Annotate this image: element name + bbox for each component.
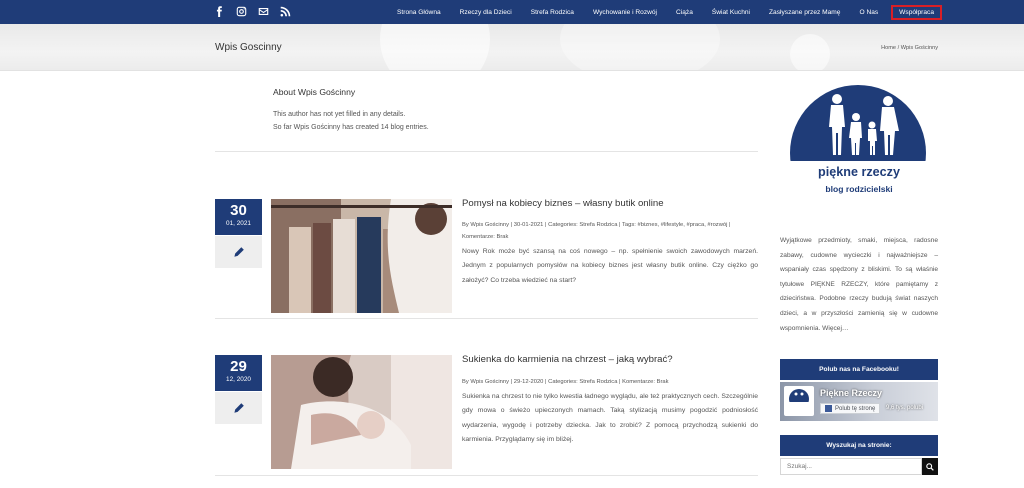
nav-item-rzeczy-dla-dzieci[interactable]: Rzeczy dla Dzieci	[460, 9, 512, 16]
post-excerpt: Sukienka na chrzest to nie tylko kwestia…	[462, 393, 758, 444]
nav-item-wspolpraca[interactable]: Współpraca	[891, 4, 942, 20]
nav-item-swiat-kuchni[interactable]: Świat Kuchni	[712, 9, 750, 16]
post-format-badge[interactable]	[215, 392, 262, 424]
post-date-badge: 29 12, 2020	[215, 355, 262, 391]
search-input[interactable]	[780, 458, 922, 475]
page-title-bar: Wpis Goscinny Home / Wpis Gościnny	[0, 24, 1024, 71]
post-date-badge: 30 01, 2021	[215, 199, 262, 235]
author-description: This author has not yet filled in any de…	[273, 111, 406, 118]
post-thumbnail[interactable]	[271, 199, 452, 313]
divider	[215, 151, 758, 152]
breadcrumb[interactable]: Home / Wpis Gościnny	[881, 45, 938, 51]
post-thumbnail[interactable]	[271, 355, 452, 469]
top-navigation-bar: Strona Główna Rzeczy dla Dzieci Strefa R…	[0, 0, 1024, 24]
post-date-day: 30	[230, 202, 247, 219]
social-links	[214, 6, 291, 18]
divider	[215, 318, 758, 319]
main-menu: Strona Główna Rzeczy dla Dzieci Strefa R…	[378, 0, 942, 24]
post-date-month-year: 01, 2021	[226, 220, 251, 227]
facebook-page-name[interactable]: Piękne Rzeczy	[820, 388, 882, 398]
decorative-bubble	[790, 34, 830, 70]
post-format-badge[interactable]	[215, 236, 262, 268]
nav-item-zaslyszane-przez-mame[interactable]: Zasłyszane przez Mamę	[769, 9, 840, 16]
search-widget-heading: Wyszukaj na stronie:	[780, 435, 938, 456]
post-title[interactable]: Sukienka do karmienia na chrzest – jaką …	[462, 354, 673, 365]
facebook-icon[interactable]	[214, 6, 225, 18]
post-meta: By Wpis Gościnny | 30-01-2021 | Categori…	[462, 222, 731, 240]
post-meta: By Wpis Gościnny | 29-12-2020 | Categori…	[462, 379, 669, 385]
mail-icon[interactable]	[258, 6, 269, 17]
facebook-like-button[interactable]: Polub tę stronę	[820, 403, 881, 414]
author-box-title: About Wpis Gościnny	[273, 87, 356, 97]
post-title[interactable]: Pomysł na kobiecy biznes – własny butik …	[462, 198, 664, 209]
nav-item-strefa-rodzica[interactable]: Strefa Rodzica	[531, 9, 574, 16]
facebook-page-avatar	[784, 386, 814, 416]
search-button[interactable]	[922, 458, 938, 475]
search-icon	[926, 462, 934, 471]
pencil-icon	[233, 247, 244, 257]
page-title: Wpis Goscinny	[215, 42, 282, 53]
nav-item-o-nas[interactable]: O Nas	[859, 9, 878, 16]
post-date-month-year: 12, 2020	[226, 376, 251, 383]
decorative-bubble	[560, 24, 720, 70]
nav-item-wychowanie-i-rozwoj[interactable]: Wychowanie i Rozwój	[593, 9, 657, 16]
rss-icon[interactable]	[280, 6, 291, 17]
facebook-widget-heading: Polub nas na Facebooku!	[780, 359, 938, 380]
sidebar-about-text: Wyjątkowe przedmioty, smaki, miejsca, ra…	[780, 237, 938, 332]
nav-item-ciaza[interactable]: Ciąża	[676, 9, 693, 16]
author-entry-count: So far Wpis Gościnny has created 14 blog…	[273, 124, 429, 131]
facebook-like-label: Polub tę stronę	[835, 405, 876, 412]
logo-title: piękne rzeczy	[818, 165, 900, 179]
facebook-page-widget[interactable]: Piękne Rzeczy Polub tę stronę 9,6 tys. p…	[780, 382, 938, 421]
facebook-like-count: 9,6 tys. polubi	[886, 405, 924, 411]
blog-logo[interactable]	[788, 85, 928, 215]
pencil-icon	[233, 403, 244, 413]
post-date-day: 29	[230, 358, 247, 375]
nav-item-strona-glowna[interactable]: Strona Główna	[397, 9, 441, 16]
logo-subtitle: blog rodzicielski	[825, 184, 893, 194]
instagram-icon[interactable]	[236, 6, 247, 17]
facebook-icon	[825, 405, 832, 412]
post-excerpt: Nowy Rok może być szansą na coś nowego –…	[462, 248, 758, 284]
divider	[215, 475, 758, 476]
decorative-bubble	[380, 24, 490, 70]
